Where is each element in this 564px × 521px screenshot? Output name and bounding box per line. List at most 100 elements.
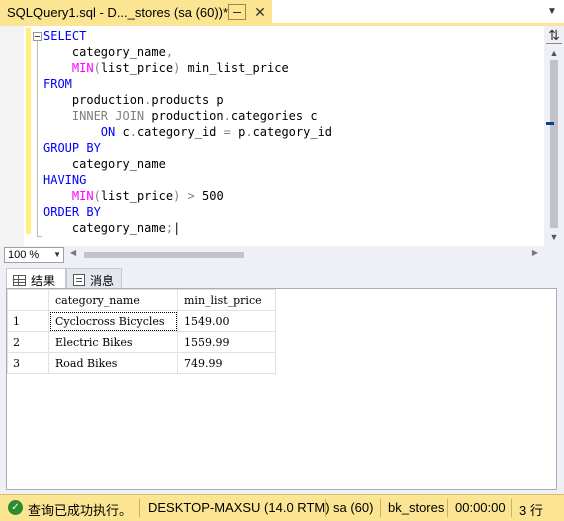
code-token: ; <box>165 221 174 235</box>
cell-category-name[interactable]: Electric Bikes <box>48 331 178 353</box>
status-user: sa (60) <box>333 500 374 515</box>
editor-vertical-scrollbar[interactable]: ⇅ ▲ ▼ <box>544 26 564 246</box>
table-row[interactable]: 1 Cyclocross Bicycles 1549.00 <box>7 310 276 332</box>
zoom-value: 100 % <box>8 249 40 261</box>
pin-tab-button[interactable] <box>228 4 246 20</box>
success-check-icon: ✓ <box>8 500 23 515</box>
code-token: FROM <box>43 77 72 91</box>
close-tab-button[interactable]: ✕ <box>252 4 268 20</box>
code-line[interactable]: category_name, <box>43 44 173 60</box>
code-token: | <box>173 221 181 235</box>
grid-icon <box>13 275 26 286</box>
code-line[interactable]: MIN(list_price) min_list_price <box>43 60 289 76</box>
code-token: SELECT <box>43 29 87 43</box>
code-token: list_price <box>100 61 174 75</box>
code-token: category_name <box>43 221 166 235</box>
status-divider <box>139 499 140 517</box>
editor-gutter <box>0 26 24 246</box>
results-grid[interactable]: category_name min_list_price 1 Cyclocros… <box>6 288 557 490</box>
scroll-thumb[interactable] <box>550 60 558 228</box>
row-number[interactable]: 3 <box>7 352 49 374</box>
code-line[interactable]: category_name <box>43 156 166 172</box>
scroll-up-icon[interactable]: ▲ <box>544 46 564 60</box>
document-tab[interactable]: SQLQuery1.sql - D..._stores (sa (60))* ✕ <box>0 0 272 24</box>
results-table: category_name min_list_price 1 Cyclocros… <box>7 289 276 374</box>
status-divider <box>325 499 326 517</box>
code-line[interactable]: INNER JOIN production.categories c <box>43 108 318 124</box>
code-line[interactable]: HAVING <box>43 172 86 188</box>
status-elapsed-time: 00:00:00 <box>455 500 506 515</box>
change-tracking-bar <box>26 28 31 234</box>
horizontal-scroll-thumb[interactable] <box>84 252 244 258</box>
code-token: . <box>223 109 231 123</box>
table-row[interactable]: 3 Road Bikes 749.99 <box>7 352 276 374</box>
status-row-count: 3 行 <box>519 503 543 518</box>
query-editor[interactable]: SELECT category_name, MIN(list_price) mi… <box>0 26 564 246</box>
code-token: ( <box>93 189 101 203</box>
code-line[interactable]: ORDER BY <box>43 204 101 220</box>
code-token: GROUP BY <box>43 141 101 155</box>
window-list-dropdown-icon[interactable]: ▼ <box>544 4 560 20</box>
column-header-min-list-price[interactable]: min_list_price <box>177 289 276 311</box>
scroll-left-icon[interactable]: ◀ <box>70 248 76 257</box>
code-token: . <box>245 125 253 139</box>
code-token: p <box>230 125 246 139</box>
code-token: MIN <box>71 61 94 75</box>
code-token: , <box>165 45 174 59</box>
zoom-select[interactable]: 100 % ▼ <box>4 247 64 263</box>
code-token: HAVING <box>43 173 87 187</box>
caret-position-marker <box>546 122 554 125</box>
code-token: c <box>115 125 130 139</box>
status-database: bk_stores <box>388 500 445 515</box>
row-number-header[interactable] <box>7 289 49 311</box>
code-line[interactable]: GROUP BY <box>43 140 101 156</box>
code-line[interactable]: ON c.category_id = p.category_id <box>43 124 332 140</box>
row-number[interactable]: 1 <box>7 310 49 332</box>
code-token: . <box>129 125 137 139</box>
row-number[interactable]: 2 <box>7 331 49 353</box>
message-icon <box>73 274 85 286</box>
code-line[interactable]: FROM <box>43 76 72 92</box>
code-token: category_id <box>136 125 224 139</box>
cell-category-name[interactable]: Cyclocross Bicycles <box>48 310 178 332</box>
status-message: 查询已成功执行。 <box>28 503 133 518</box>
editor-horizontal-scrollbar[interactable]: ◀ ▶ <box>70 248 538 260</box>
cell-min-list-price[interactable]: 749.99 <box>177 352 276 374</box>
code-line[interactable]: MIN(list_price) > 500 <box>43 188 224 204</box>
code-token: production <box>43 93 145 107</box>
code-token: category_name <box>43 157 166 171</box>
status-server: DESKTOP-MAXSU (14.0 RTM) <box>148 500 330 515</box>
zoom-bar: 100 % ▼ ◀ ▶ <box>0 246 564 264</box>
code-token: category_id <box>252 125 333 139</box>
code-line[interactable]: category_name;| <box>43 220 180 236</box>
cell-category-name[interactable]: Road Bikes <box>48 352 178 374</box>
code-token: ( <box>93 61 101 75</box>
cell-min-list-price[interactable]: 1559.99 <box>177 331 276 353</box>
table-row[interactable]: 2 Electric Bikes 1559.99 <box>7 331 276 353</box>
split-editor-button[interactable]: ⇅ <box>546 28 562 44</box>
sql-code[interactable]: SELECT category_name, MIN(list_price) mi… <box>33 28 541 236</box>
fold-guide-end <box>37 236 42 237</box>
status-bar: ✓ 查询已成功执行。 DESKTOP-MAXSU (14.0 RTM) sa (… <box>0 494 564 521</box>
code-token: 500 <box>194 189 224 203</box>
column-header-category-name[interactable]: category_name <box>48 289 178 311</box>
document-tab-title: SQLQuery1.sql - D..._stores (sa (60))* <box>7 5 229 20</box>
code-token: min_list_price <box>180 61 289 75</box>
status-divider <box>380 499 381 517</box>
code-token: = <box>223 125 231 139</box>
tab-messages[interactable]: 消息 <box>66 268 122 288</box>
tab-results[interactable]: 结果 <box>6 268 66 288</box>
header-row: category_name min_list_price <box>7 289 276 311</box>
code-line[interactable]: production.products p <box>43 92 224 108</box>
code-line[interactable]: SELECT <box>43 28 86 44</box>
scroll-right-icon[interactable]: ▶ <box>532 248 538 257</box>
chevron-down-icon: ▼ <box>53 250 61 259</box>
scroll-down-icon[interactable]: ▼ <box>544 230 564 244</box>
code-token: categories c <box>230 109 318 123</box>
cell-min-list-price[interactable]: 1549.00 <box>177 310 276 332</box>
document-tab-bar: SQLQuery1.sql - D..._stores (sa (60))* ✕… <box>0 0 564 26</box>
